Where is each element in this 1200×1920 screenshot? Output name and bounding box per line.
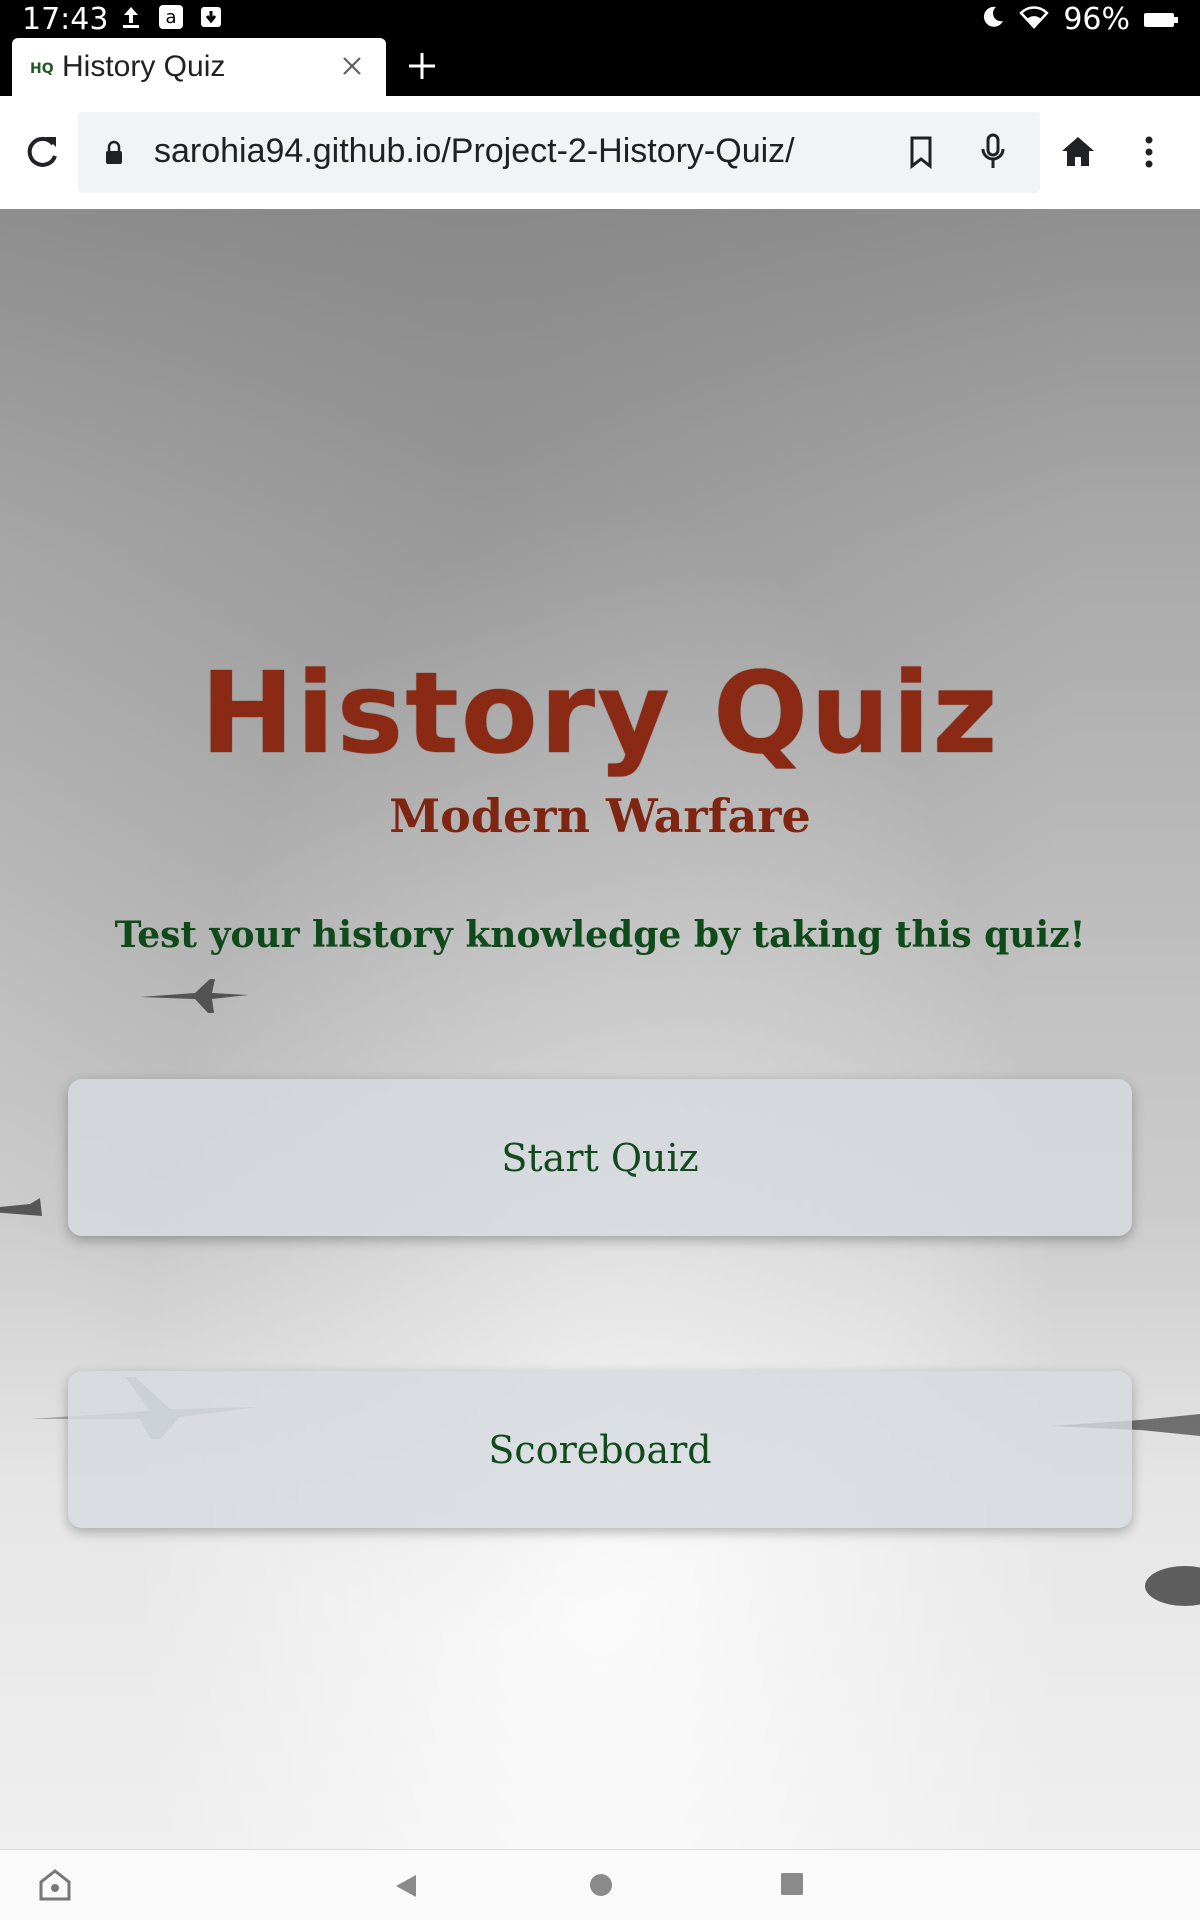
home-icon[interactable] xyxy=(1058,132,1098,172)
address-bar[interactable]: sarohia94.github.io/Project-2-History-Qu… xyxy=(78,112,1040,193)
moon-icon xyxy=(981,2,1005,37)
battery-icon xyxy=(1144,2,1178,37)
download-icon xyxy=(198,4,224,30)
upload-icon xyxy=(118,4,144,30)
plane-silhouette-icon xyxy=(1145,1566,1200,1606)
close-icon[interactable] xyxy=(338,52,366,80)
recents-icon[interactable] xyxy=(780,1872,804,1896)
status-notification-icons: a xyxy=(118,4,224,30)
bookmark-icon[interactable] xyxy=(906,134,936,170)
back-icon[interactable] xyxy=(392,1872,420,1900)
tab-title: History Quiz xyxy=(62,50,226,83)
svg-text:a: a xyxy=(165,7,176,28)
wifi-icon xyxy=(1019,2,1050,37)
status-time: 17:43 xyxy=(22,2,109,37)
page-subtitle: Modern Warfare xyxy=(389,789,811,843)
page-tagline: Test your history knowledge by taking th… xyxy=(114,914,1086,956)
accessibility-home-icon[interactable] xyxy=(38,1868,72,1902)
home-circle-icon[interactable] xyxy=(588,1872,614,1898)
reload-icon[interactable] xyxy=(22,132,62,172)
start-quiz-button[interactable]: Start Quiz xyxy=(68,1079,1132,1236)
lock-icon xyxy=(104,140,124,166)
favicon-icon: HQ xyxy=(28,56,56,78)
system-navigation-bar xyxy=(0,1849,1200,1920)
status-bar: 17:43 a 96% xyxy=(0,0,1200,38)
plane-silhouette-icon xyxy=(0,1198,42,1216)
mic-icon[interactable] xyxy=(978,132,1008,172)
page-title: History Quiz xyxy=(200,649,1000,779)
scoreboard-button[interactable]: Scoreboard xyxy=(68,1371,1132,1528)
status-system-icons: 96% xyxy=(981,2,1178,37)
page-content: History Quiz Modern Warfare Test your hi… xyxy=(0,209,1200,1849)
amazon-icon: a xyxy=(158,4,184,30)
tab-strip: HQ History Quiz xyxy=(0,38,1200,96)
battery-level: 96% xyxy=(1063,2,1130,37)
url-text: sarohia94.github.io/Project-2-History-Qu… xyxy=(154,132,795,170)
browser-toolbar: sarohia94.github.io/Project-2-History-Qu… xyxy=(0,96,1200,209)
svg-text:HQ: HQ xyxy=(30,61,54,77)
menu-icon[interactable] xyxy=(1142,132,1156,172)
new-tab-icon[interactable] xyxy=(404,48,440,84)
tab-history-quiz[interactable]: HQ History Quiz xyxy=(12,38,386,96)
plane-silhouette-icon xyxy=(140,979,248,1013)
